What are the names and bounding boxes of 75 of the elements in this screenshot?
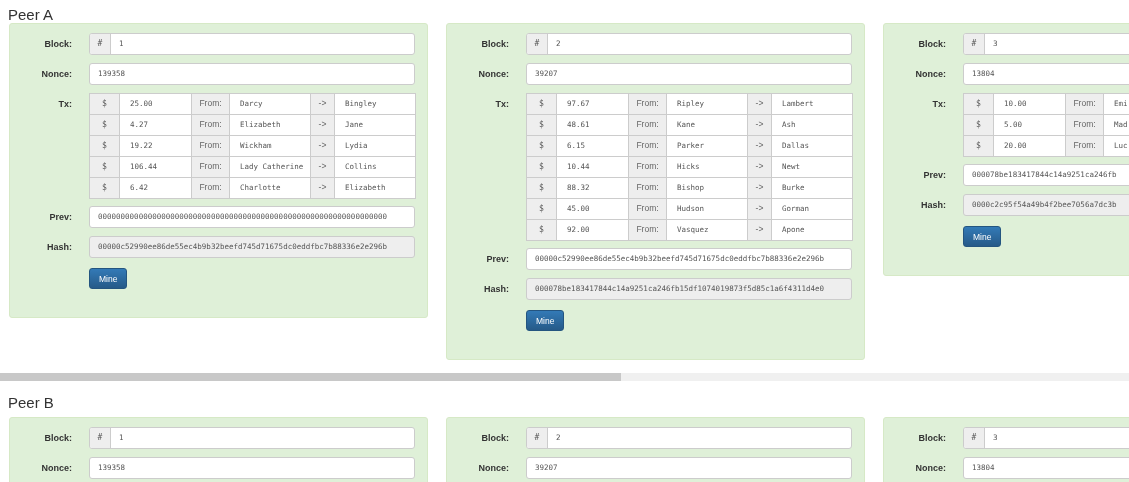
field-label: Block: — [918, 38, 946, 51]
from-label: From: — [628, 198, 667, 220]
field-label: Nonce: — [478, 462, 509, 475]
currency-symbol: $ — [963, 135, 994, 157]
field-label: Nonce: — [41, 68, 72, 81]
currency-symbol: $ — [89, 156, 120, 178]
arrow-label: -> — [747, 219, 772, 241]
from-label: From: — [191, 156, 230, 178]
from-label: From: — [191, 114, 230, 136]
arrow-label: -> — [310, 156, 335, 178]
arrow-label: -> — [747, 114, 772, 136]
peer-title: Peer A — [7, 5, 55, 23]
from-label: From: — [628, 114, 667, 136]
hash-symbol: # — [964, 34, 985, 54]
field-label: Nonce: — [915, 68, 946, 81]
from-label: From: — [191, 135, 230, 157]
currency-symbol: $ — [526, 135, 557, 157]
hash-symbol: # — [90, 428, 111, 448]
arrow-label: -> — [310, 93, 335, 115]
field-label: Nonce: — [41, 462, 72, 475]
currency-symbol: $ — [526, 156, 557, 178]
field-label: Block: — [481, 38, 509, 51]
field-label: Block: — [481, 432, 509, 445]
from-label: From: — [628, 219, 667, 241]
hash-symbol: # — [527, 428, 548, 448]
hash-symbol: # — [90, 34, 111, 54]
field-label: Nonce: — [478, 68, 509, 81]
currency-symbol: $ — [89, 177, 120, 199]
field-label: Block: — [44, 432, 72, 445]
arrow-label: -> — [747, 93, 772, 115]
from-label: From: — [191, 93, 230, 115]
from-label: From: — [628, 177, 667, 199]
currency-symbol: $ — [526, 93, 557, 115]
currency-symbol: $ — [89, 114, 120, 136]
from-label: From: — [191, 177, 230, 199]
hash-symbol: # — [527, 34, 548, 54]
currency-symbol: $ — [526, 219, 557, 241]
field-label: Prev: — [923, 169, 946, 182]
arrow-label: -> — [747, 177, 772, 199]
field-label: Tx: — [58, 98, 72, 111]
field-label: Hash: — [921, 199, 946, 212]
currency-symbol: $ — [526, 198, 557, 220]
currency-symbol: $ — [526, 114, 557, 136]
currency-symbol: $ — [963, 93, 994, 115]
field-label: Hash: — [484, 283, 509, 296]
peer-title: Peer B — [7, 393, 55, 413]
from-label: From: — [628, 135, 667, 157]
from-label: From: — [628, 93, 667, 115]
horizontal-scrollbar[interactable] — [0, 373, 1129, 381]
arrow-label: -> — [310, 177, 335, 199]
field-label: Block: — [918, 432, 946, 445]
field-label: Nonce: — [915, 462, 946, 475]
field-label: Tx: — [495, 98, 509, 111]
arrow-label: -> — [310, 135, 335, 157]
mine-button[interactable]: Mine — [963, 226, 1002, 247]
arrow-label: -> — [747, 135, 772, 157]
mine-button[interactable]: Mine — [526, 310, 565, 331]
field-label: Tx: — [932, 98, 946, 111]
field-label: Hash: — [47, 241, 72, 254]
currency-symbol: $ — [89, 135, 120, 157]
field-label: Block: — [44, 38, 72, 51]
from-label: From: — [628, 156, 667, 178]
field-label: Prev: — [49, 211, 72, 224]
from-label: From: — [1065, 93, 1104, 115]
arrow-label: -> — [747, 156, 772, 178]
arrow-label: -> — [310, 114, 335, 136]
from-label: From: — [1065, 114, 1104, 136]
arrow-label: -> — [747, 198, 772, 220]
field-label: Prev: — [486, 253, 509, 266]
hash-symbol: # — [964, 428, 985, 448]
from-label: From: — [1065, 135, 1104, 157]
currency-symbol: $ — [89, 93, 120, 115]
currency-symbol: $ — [963, 114, 994, 136]
mine-button[interactable]: Mine — [89, 268, 128, 289]
currency-symbol: $ — [526, 177, 557, 199]
